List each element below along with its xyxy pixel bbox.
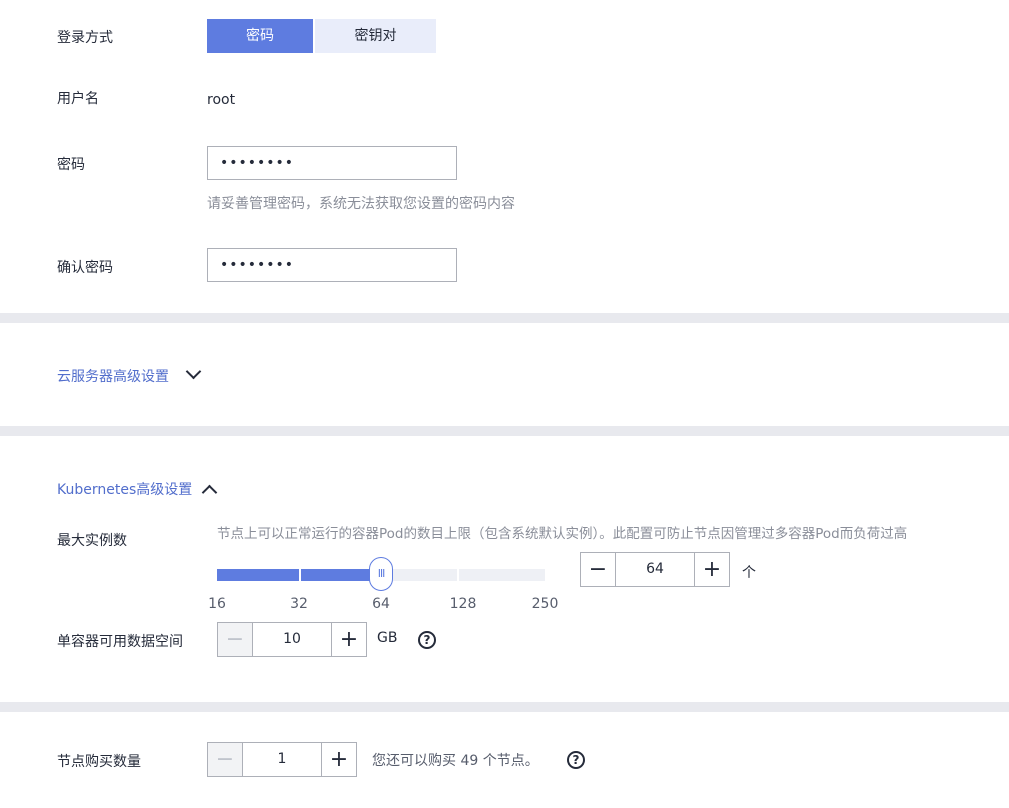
max-instances-stepper: − 64 +: [580, 552, 730, 587]
node-count-value[interactable]: 1: [242, 743, 322, 776]
max-instances-description: 节点上可以正常运行的容器Pod的数目上限（包含系统默认实例）。此配置可防止节点因…: [217, 526, 908, 542]
max-instances-label: 最大实例数: [57, 533, 127, 549]
node-count-note: 您还可以购买 49 个节点。: [372, 753, 539, 769]
help-icon[interactable]: ?: [567, 751, 585, 769]
help-icon[interactable]: ?: [418, 631, 436, 649]
minus-icon[interactable]: −: [581, 553, 615, 586]
slider-mark: 128: [449, 596, 477, 612]
kubernetes-advanced-toggle[interactable]: Kubernetes高级设置: [57, 479, 192, 499]
minus-icon[interactable]: −: [208, 743, 242, 776]
slider-segment-divider: [457, 569, 459, 581]
max-instances-slider-handle[interactable]: Ⅲ: [369, 557, 393, 591]
chevron-up-icon[interactable]: [201, 484, 218, 501]
slider-mark: 64: [372, 596, 390, 612]
username-value: root: [207, 92, 236, 108]
node-count-card: 节点购买数量 − 1 + 您还可以购买 49 个节点。 ?: [0, 712, 1009, 808]
container-storage-unit: GB: [377, 630, 398, 646]
slider-mark: 16: [208, 596, 226, 612]
slider-mark: 32: [290, 596, 308, 612]
max-instances-unit: 个: [742, 565, 756, 581]
login-settings-card: 登录方式 密码 密钥对 用户名 root 密码 •••••••• 请妥善管理密码…: [0, 0, 1009, 313]
login-method-keypair-button[interactable]: 密钥对: [315, 19, 436, 53]
password-hint: 请妥善管理密码，系统无法获取您设置的密码内容: [207, 196, 515, 212]
confirm-password-label: 确认密码: [57, 260, 113, 276]
max-instances-value[interactable]: 64: [615, 553, 695, 586]
chevron-down-icon[interactable]: [185, 363, 202, 380]
password-input[interactable]: ••••••••: [207, 146, 457, 180]
container-storage-label: 单容器可用数据空间: [57, 634, 183, 650]
slider-segment-divider: [299, 569, 301, 581]
confirm-password-input[interactable]: ••••••••: [207, 248, 457, 282]
cloud-advanced-toggle[interactable]: 云服务器高级设置: [57, 366, 169, 386]
slider-mark: 250: [531, 596, 559, 612]
container-storage-stepper: − 10 +: [217, 622, 367, 657]
minus-icon[interactable]: −: [218, 623, 252, 656]
username-label: 用户名: [57, 91, 99, 107]
node-count-stepper: − 1 +: [207, 742, 357, 777]
plus-icon[interactable]: +: [322, 743, 356, 776]
container-storage-value[interactable]: 10: [252, 623, 332, 656]
cloud-advanced-card: 云服务器高级设置: [0, 323, 1009, 426]
login-method-password-button[interactable]: 密码: [207, 19, 313, 53]
kubernetes-advanced-card: Kubernetes高级设置 最大实例数 节点上可以正常运行的容器Pod的数目上…: [0, 436, 1009, 702]
plus-icon[interactable]: +: [332, 623, 366, 656]
node-count-label: 节点购买数量: [57, 754, 141, 770]
login-method-label: 登录方式: [57, 30, 113, 46]
plus-icon[interactable]: +: [695, 553, 729, 586]
password-label: 密码: [57, 157, 85, 173]
